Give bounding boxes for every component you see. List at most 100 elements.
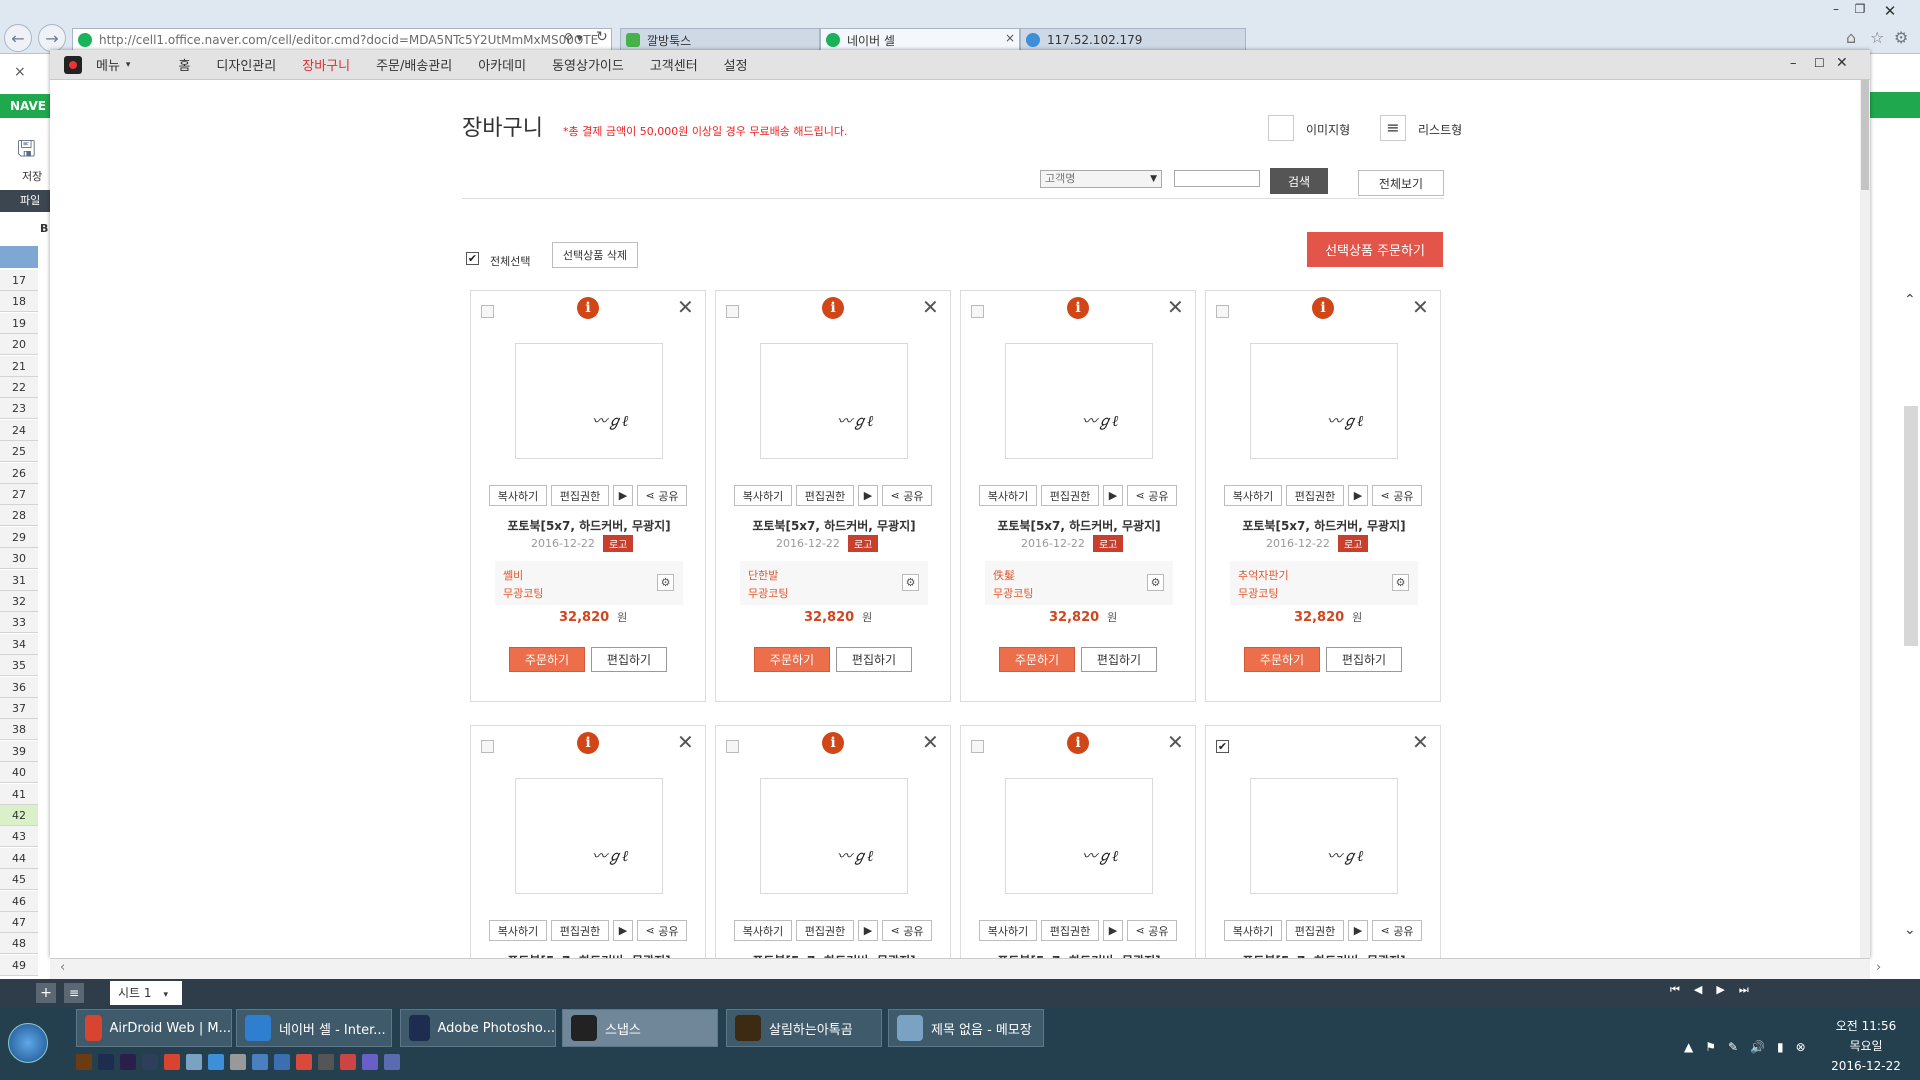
quick-launch-icon[interactable] [296, 1054, 312, 1070]
copy-button[interactable]: 복사하기 [979, 485, 1037, 506]
add-sheet-button[interactable]: + [36, 983, 56, 1003]
item-checkbox[interactable] [971, 740, 984, 753]
item-thumbnail[interactable]: 〰ℊℓ [515, 343, 663, 459]
menu-main[interactable]: 메뉴 [96, 55, 120, 74]
remove-item-icon[interactable]: ✕ [922, 732, 939, 752]
info-icon[interactable]: i [1312, 297, 1334, 319]
select-all-cells[interactable] [0, 246, 38, 268]
item-checkbox[interactable]: ✔ [1216, 740, 1229, 753]
play-icon[interactable]: ▶ [858, 485, 878, 506]
back-icon[interactable]: ← [4, 24, 32, 52]
refresh-icon[interactable]: ↻ [596, 29, 608, 45]
row-number[interactable]: 28 [0, 505, 38, 527]
info-icon[interactable]: i [822, 297, 844, 319]
row-number[interactable]: 24 [0, 419, 38, 441]
image-view-button[interactable] [1268, 115, 1294, 141]
quick-launch-icon[interactable] [142, 1054, 158, 1070]
quick-launch-icon[interactable] [98, 1054, 114, 1070]
taskbar-app-button[interactable]: 제목 없음 - 메모장 [888, 1009, 1044, 1047]
file-menu[interactable]: 파일 [0, 190, 50, 212]
tab-naver-cell[interactable]: 네이버 셀 × [820, 28, 1020, 52]
volume-icon[interactable]: 🔊 [1750, 1040, 1765, 1054]
row-number[interactable]: 34 [0, 633, 38, 655]
app-close-icon[interactable]: ✕ [1836, 55, 1848, 71]
app-scrollbar-thumb[interactable] [1861, 80, 1869, 190]
share-button[interactable]: ⋖ 공유 [637, 920, 687, 941]
info-icon[interactable]: i [822, 732, 844, 754]
play-icon[interactable]: ▶ [1103, 485, 1123, 506]
menu-video-guide[interactable]: 동영상가이드 [552, 55, 624, 74]
clock[interactable]: 오전 11:56 목요일 2016-12-22 [1826, 1016, 1906, 1076]
copy-button[interactable]: 복사하기 [734, 920, 792, 941]
sync-icon[interactable]: ⊗ [1796, 1040, 1806, 1054]
row-number[interactable]: 48 [0, 933, 38, 955]
list-view-button[interactable]: ≡ [1380, 115, 1406, 141]
sheet-tab[interactable]: 시트 1 ▾ [110, 981, 182, 1005]
scrollbar-thumb[interactable] [1904, 406, 1918, 646]
row-number[interactable]: 22 [0, 377, 38, 398]
item-checkbox[interactable] [481, 740, 494, 753]
flag-icon[interactable]: ⚑ [1705, 1040, 1716, 1054]
remove-item-icon[interactable]: ✕ [677, 297, 694, 317]
row-number[interactable]: 23 [0, 398, 38, 420]
view-all-button[interactable]: 전체보기 [1358, 170, 1444, 196]
quick-launch-icon[interactable] [186, 1054, 202, 1070]
permission-button[interactable]: 편집권한 [551, 485, 609, 506]
row-number[interactable]: 46 [0, 890, 38, 912]
row-number[interactable]: 40 [0, 762, 38, 784]
gear-icon[interactable]: ⚙ [1392, 574, 1409, 591]
quick-launch-icon[interactable] [230, 1054, 246, 1070]
start-button[interactable] [8, 1023, 48, 1063]
favorites-icon[interactable]: ☆ [1870, 28, 1884, 47]
app-scrollbar[interactable] [1860, 80, 1870, 958]
row-number[interactable]: 33 [0, 612, 38, 634]
share-button[interactable]: ⋖ 공유 [637, 485, 687, 506]
row-number[interactable]: 20 [0, 334, 38, 356]
info-icon[interactable]: i [1067, 732, 1089, 754]
share-button[interactable]: ⋖ 공유 [1372, 485, 1422, 506]
taskbar-app-button[interactable]: AirDroid Web | M... [76, 1009, 232, 1047]
permission-button[interactable]: 편집권한 [1286, 920, 1344, 941]
close-icon[interactable]: × [14, 64, 26, 80]
gear-icon[interactable]: ⚙ [657, 574, 674, 591]
scroll-left-icon[interactable]: ‹ [60, 960, 65, 975]
row-number[interactable]: 47 [0, 912, 38, 933]
permission-button[interactable]: 편집권한 [1286, 485, 1344, 506]
item-thumbnail[interactable]: 〰ℊℓ [1250, 343, 1398, 459]
play-icon[interactable]: ▶ [613, 485, 633, 506]
info-icon[interactable]: i [1067, 297, 1089, 319]
first-sheet-icon[interactable]: ⏮ [1670, 983, 1680, 1003]
row-number[interactable]: 26 [0, 462, 38, 484]
row-number[interactable]: 32 [0, 591, 38, 612]
last-sheet-icon[interactable]: ⏭ [1739, 983, 1749, 1003]
quick-launch-icon[interactable] [120, 1054, 136, 1070]
scroll-down-icon[interactable]: ⌄ [1904, 922, 1916, 938]
tray-arrow-icon[interactable]: ▲ [1684, 1040, 1693, 1054]
sheet-list-button[interactable]: ≡ [64, 983, 84, 1003]
copy-button[interactable]: 복사하기 [1224, 920, 1282, 941]
menu-design[interactable]: 디자인관리 [216, 55, 276, 74]
info-icon[interactable]: i [577, 297, 599, 319]
menu-home[interactable]: 홈 [178, 55, 190, 74]
row-number[interactable]: 36 [0, 676, 38, 698]
item-checkbox[interactable] [726, 740, 739, 753]
row-number[interactable]: 45 [0, 869, 38, 891]
taskbar-app-button[interactable]: Adobe Photosho... [400, 1009, 556, 1047]
menu-dropdown-icon[interactable]: ▾ [126, 60, 131, 70]
row-number[interactable]: 21 [0, 355, 38, 377]
quick-launch-icon[interactable] [164, 1054, 180, 1070]
row-number[interactable]: 37 [0, 698, 38, 719]
quick-launch-icon[interactable] [318, 1054, 334, 1070]
row-number[interactable]: 19 [0, 312, 38, 334]
row-number[interactable]: 42 [0, 805, 38, 826]
search-icon[interactable]: ⚲ ▾ [564, 31, 583, 45]
edit-button[interactable]: 편집하기 [836, 647, 912, 672]
taskbar-app-button[interactable]: 살림하는아톡곰 [726, 1009, 882, 1047]
remove-item-icon[interactable]: ✕ [1167, 297, 1184, 317]
remove-item-icon[interactable]: ✕ [922, 297, 939, 317]
delete-selected-button[interactable]: 선택상품 삭제 [552, 242, 638, 268]
edit-button[interactable]: 편집하기 [1081, 647, 1157, 672]
gear-icon[interactable]: ⚙ [1147, 574, 1164, 591]
permission-button[interactable]: 편집권한 [1041, 920, 1099, 941]
share-button[interactable]: ⋖ 공유 [1372, 920, 1422, 941]
